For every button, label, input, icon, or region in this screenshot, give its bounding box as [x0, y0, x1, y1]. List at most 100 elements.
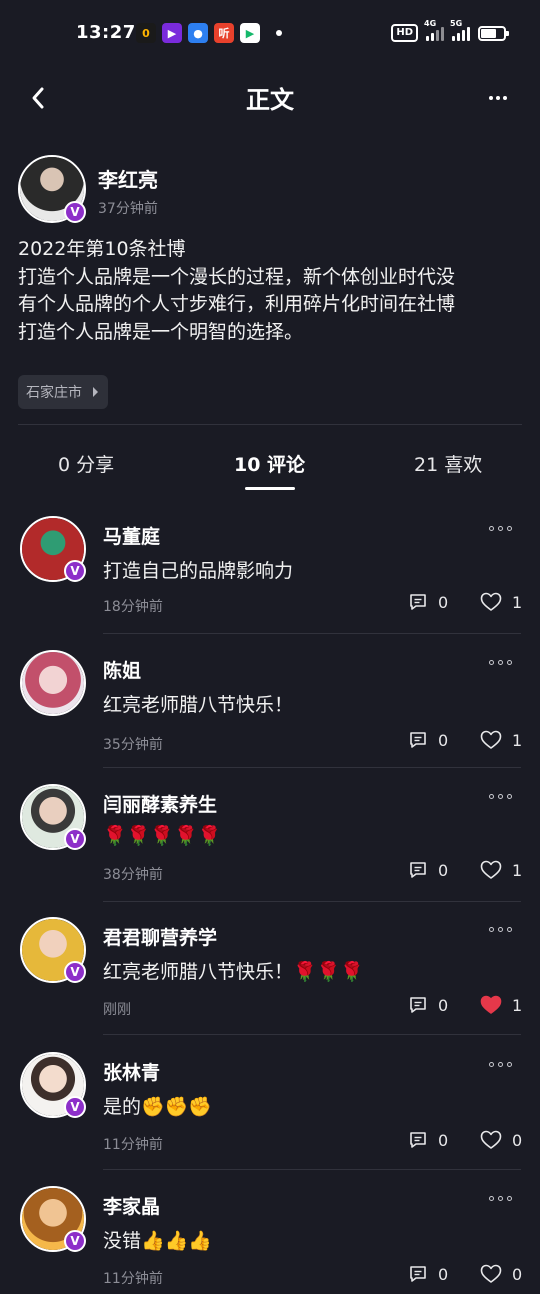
commenter-avatar[interactable]: V [20, 784, 86, 850]
comment-icon [410, 732, 426, 748]
comment-more-button[interactable] [489, 1062, 512, 1067]
app-icon-2: ▶ [162, 23, 182, 43]
comment-text: 是的✊✊✊ [103, 1096, 212, 1118]
divider [18, 424, 522, 425]
comment-more-button[interactable] [489, 660, 512, 665]
comment-divider [103, 1169, 521, 1170]
post-line: 打造个人品牌是一个明智的选择。 [18, 320, 304, 343]
like-count: 1 [512, 730, 523, 750]
reply-button[interactable]: 0 [408, 1130, 448, 1150]
commenter-name[interactable]: 陈姐 [103, 656, 141, 683]
comment-more-button[interactable] [489, 794, 512, 799]
comment-time: 18分钟前 [103, 599, 163, 615]
comment-icon [410, 1266, 426, 1282]
comment-more-button[interactable] [489, 526, 512, 531]
reply-count: 0 [438, 730, 449, 750]
location-label: 石家庄市 [26, 385, 82, 401]
commenter-avatar[interactable]: V [20, 516, 86, 582]
notification-dot-icon [276, 30, 282, 36]
post-author[interactable]: V [18, 155, 86, 223]
comment-more-button[interactable] [489, 927, 512, 932]
app-icon-5: ▶ [240, 23, 260, 43]
verified-badge-icon: V [64, 961, 86, 983]
tab-active-indicator [245, 487, 295, 490]
comment-divider [103, 901, 521, 902]
signal-5g-icon: 5G [450, 19, 470, 41]
commenter-name[interactable]: 闫丽酵素养生 [103, 790, 217, 817]
like-count: 1 [512, 860, 523, 880]
commenter-name[interactable]: 君君聊营养学 [103, 923, 217, 950]
like-count: 0 [512, 1130, 523, 1150]
more-horizontal-icon [489, 927, 494, 932]
app-icon-1: 0 [136, 23, 156, 43]
reply-button[interactable]: 0 [408, 860, 448, 880]
like-button[interactable]: 0 [480, 1264, 522, 1284]
reply-button[interactable]: 0 [408, 995, 448, 1015]
verified-badge-icon: V [64, 828, 86, 850]
post-line: 打造个人品牌是一个漫长的过程，新个体创业时代没 [18, 265, 456, 288]
post-line: 有个人品牌的个人寸步难行，利用碎片化时间在社博 [18, 293, 456, 315]
tab-share[interactable]: 0 分享 [58, 450, 114, 477]
heart-icon [480, 592, 502, 611]
post-body: 2022年第10条社博 打造个人品牌是一个漫长的过程，新个体创业时代没 有个人品… [18, 236, 518, 346]
like-button[interactable]: 1 [480, 592, 522, 612]
heart-icon [480, 860, 502, 879]
like-count: 1 [512, 592, 523, 612]
status-indicators: HD 4G 5G [391, 19, 509, 42]
commenter-avatar[interactable]: V [20, 917, 86, 983]
tab-likes[interactable]: 21 喜欢 [414, 450, 482, 477]
more-horizontal-icon [489, 1062, 494, 1067]
commenter-name[interactable]: 张林青 [103, 1058, 160, 1085]
comment-text: 🌹🌹🌹🌹🌹 [103, 825, 222, 847]
page-title: 正文 [246, 86, 294, 114]
comment-divider [103, 1034, 521, 1035]
heart-icon [480, 1264, 502, 1283]
comment-icon [410, 594, 426, 610]
commenter-avatar[interactable]: V [20, 1186, 86, 1252]
post-tabs: 0 分享 10 评论 21 喜欢 [0, 430, 540, 492]
reply-count: 0 [438, 592, 449, 612]
status-app-icons: 0 ▶ ● 听 ▶ [136, 23, 282, 43]
reply-button[interactable]: 0 [408, 1264, 448, 1284]
more-horizontal-icon [489, 1196, 494, 1201]
comment-text: 没错👍👍👍 [103, 1230, 212, 1252]
comment-icon [410, 1132, 426, 1148]
more-horizontal-icon [489, 526, 494, 531]
more-options-button[interactable] [480, 80, 516, 116]
post-line: 2022年第10条社博 [18, 238, 186, 260]
location-tag[interactable]: 石家庄市 [18, 375, 108, 409]
like-button[interactable]: 1 [480, 860, 522, 880]
reply-count: 0 [438, 860, 449, 880]
reply-count: 0 [438, 1264, 449, 1284]
status-bar: 13:27 0 ▶ ● 听 ▶ HD 4G 5G [0, 0, 540, 66]
app-icon-3: ● [188, 23, 208, 43]
battery-icon [478, 25, 509, 41]
like-button[interactable]: 1 [480, 730, 522, 750]
comment-text: 红亮老师腊八节快乐！🌹🌹🌹 [103, 961, 364, 983]
like-button[interactable]: 1 [480, 995, 522, 1015]
commenter-name[interactable]: 李家晶 [103, 1192, 160, 1219]
like-button[interactable]: 0 [480, 1130, 522, 1150]
commenter-avatar[interactable] [20, 650, 86, 716]
commenter-avatar[interactable]: V [20, 1052, 86, 1118]
author-name[interactable]: 李红亮 [98, 164, 158, 193]
hd-icon: HD [391, 24, 418, 42]
comment-icon [410, 862, 426, 878]
reply-button[interactable]: 0 [408, 592, 448, 612]
like-count: 1 [512, 995, 523, 1015]
commenter-name[interactable]: 马董庭 [103, 522, 160, 549]
comment-divider [103, 767, 521, 768]
comment-text: 红亮老师腊八节快乐！ [103, 694, 294, 716]
more-horizontal-icon [489, 660, 494, 665]
tab-comments[interactable]: 10 评论 [234, 450, 305, 477]
comment-time: 11分钟前 [103, 1271, 163, 1287]
reply-button[interactable]: 0 [408, 730, 448, 750]
verified-badge-icon: V [64, 560, 86, 582]
comment-more-button[interactable] [489, 1196, 512, 1201]
comment-time: 35分钟前 [103, 737, 163, 753]
comment-time: 38分钟前 [103, 867, 163, 883]
comment-text: 打造自己的品牌影响力 [103, 560, 294, 582]
heart-icon [480, 1130, 502, 1149]
verified-badge-icon: V [64, 201, 86, 223]
author-avatar[interactable]: V [18, 155, 86, 223]
